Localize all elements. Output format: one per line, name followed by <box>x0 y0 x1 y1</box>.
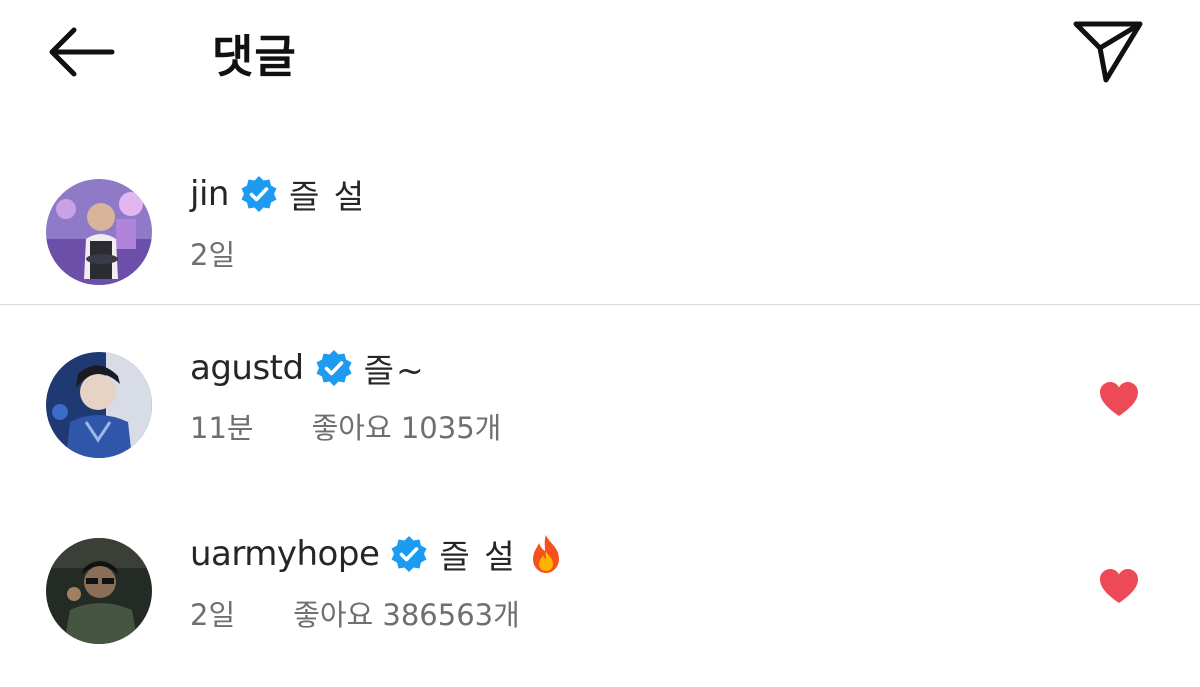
divider <box>0 304 1200 305</box>
share-button[interactable] <box>1068 14 1148 86</box>
comment-likes[interactable]: 좋아요 386563개 <box>293 592 520 634</box>
comment-time: 11분 <box>190 411 254 445</box>
header: 댓글 <box>0 0 1200 110</box>
back-button[interactable] <box>44 22 120 82</box>
heart-icon[interactable] <box>1098 567 1140 605</box>
comment-text: 즐 설 <box>439 537 517 576</box>
comment-username[interactable]: agustd <box>190 348 304 388</box>
comment-time: 2일 <box>190 598 236 632</box>
comment-username[interactable]: jin <box>190 174 229 214</box>
verified-badge-icon <box>316 350 352 386</box>
page-title: 댓글 <box>212 30 297 83</box>
fire-emoji-icon <box>532 535 559 573</box>
paper-plane-icon <box>1073 21 1143 83</box>
comment-likes[interactable]: 좋아요 1035개 <box>312 405 502 447</box>
verified-badge-icon <box>241 176 277 212</box>
comment-text: 즐~ <box>363 351 426 390</box>
avatar[interactable] <box>46 179 152 285</box>
avatar[interactable] <box>46 538 152 644</box>
heart-icon[interactable] <box>1098 380 1140 418</box>
comment-text: 즐 설 <box>288 177 367 216</box>
comment-time: 2일 <box>190 238 236 272</box>
verified-badge-icon <box>391 536 427 572</box>
avatar[interactable] <box>46 352 152 458</box>
comment-username[interactable]: uarmyhope <box>190 534 380 574</box>
back-arrow-icon <box>49 27 115 77</box>
